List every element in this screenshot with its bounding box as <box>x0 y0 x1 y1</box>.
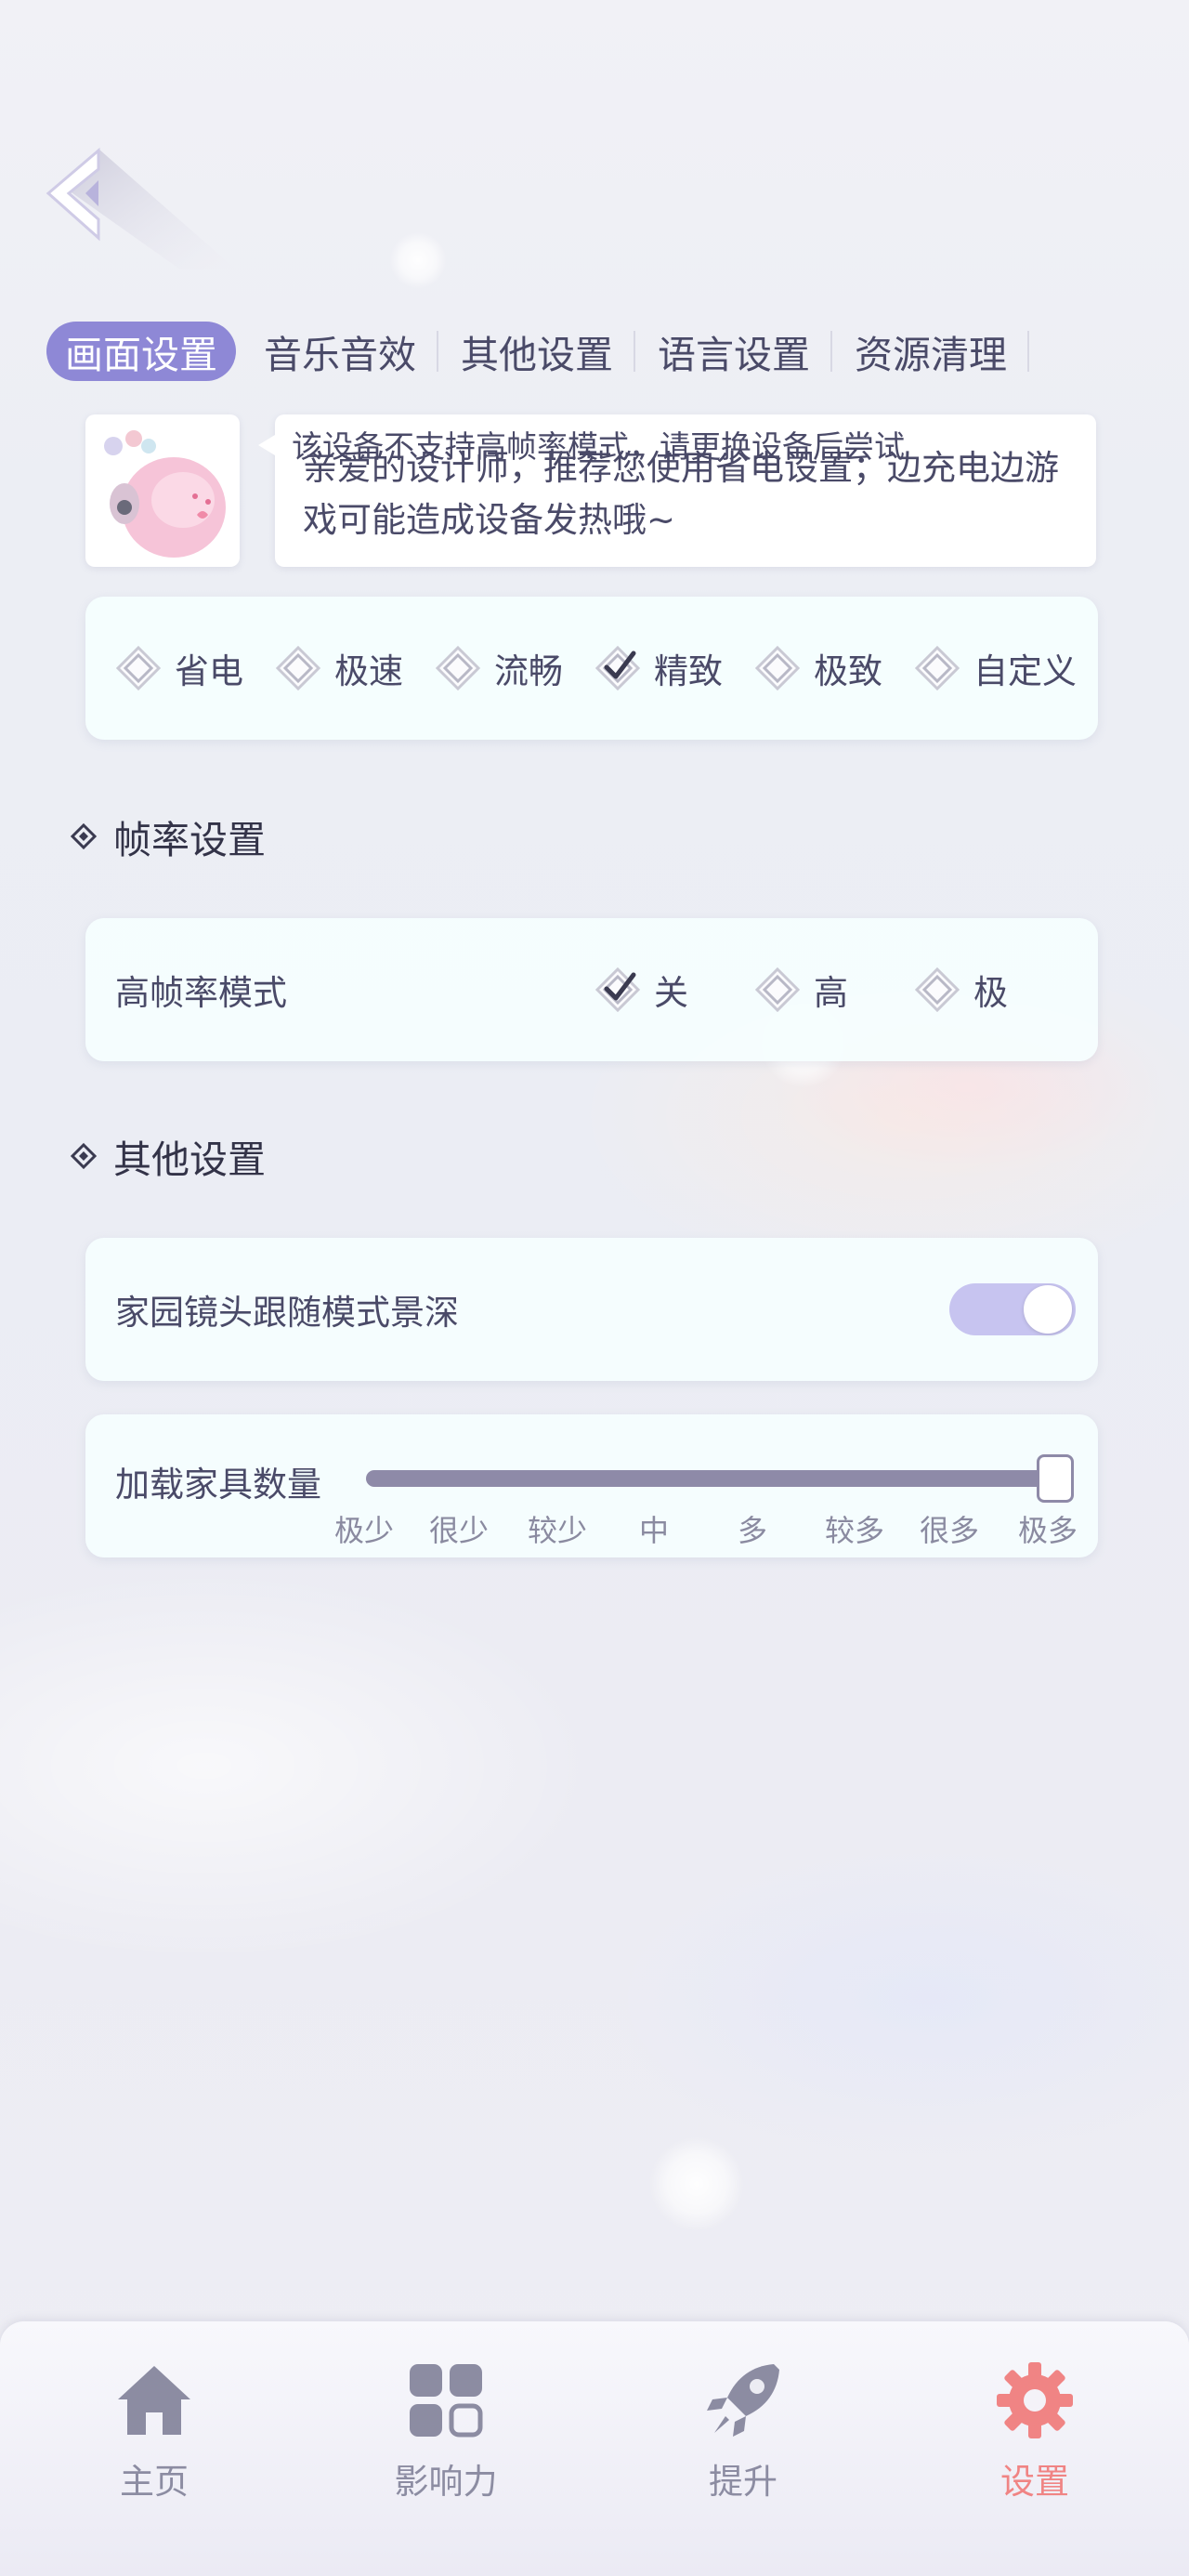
camera-depth-label: 家园镜头跟随模式景深 <box>115 1293 459 1333</box>
radio-diamond-icon <box>754 966 801 1013</box>
bottom-nav: 主页 影响力 提升 设置 <box>0 2321 1189 2576</box>
radio-diamond-icon <box>754 645 801 691</box>
toggle-knob <box>1024 1285 1072 1334</box>
radio-diamond-icon <box>275 645 321 691</box>
quality-option-custom[interactable]: 自定义 <box>914 643 1077 693</box>
section-title: 帧率设置 <box>113 818 266 862</box>
sparkle <box>390 232 446 288</box>
high-fps-card: 高帧率模式 关 高 极 <box>85 918 1098 1061</box>
quality-option-fast[interactable]: 极速 <box>275 643 403 693</box>
power-saving-tip: 亲爱的设计师，推荐您使用省电设置；边充电边游戏可能造成设备发热哦~ <box>303 448 1059 540</box>
settings-tabs: 画面设置 音乐音效 其他设置 语言设置 资源清理 <box>46 322 1029 381</box>
fps-option-off[interactable]: 关 <box>594 965 688 1015</box>
option-label: 极速 <box>334 651 403 691</box>
tip-bubble: 该设备不支持高帧率模式，请更换设备后尝试 亲爱的设计师，推荐您使用省电设置；边充… <box>258 414 1096 567</box>
nav-label: 影响力 <box>394 2462 498 2502</box>
fps-section-header: 帧率设置 <box>71 808 266 864</box>
slider-tick-label: 多 <box>737 1513 768 1548</box>
slider-tick-label: 中 <box>638 1513 670 1548</box>
radio-diamond-icon <box>115 645 162 691</box>
radio-diamond-icon <box>435 645 481 691</box>
tab-label: 语言设置 <box>658 333 810 377</box>
gear-icon <box>997 2362 1073 2438</box>
option-label: 自定义 <box>973 651 1077 691</box>
radio-diamond-icon <box>914 966 960 1013</box>
quality-preset-card: 省电 极速 流畅 精致 极致 自定义 <box>85 597 1098 740</box>
rocket-icon <box>707 2364 779 2437</box>
slider-thumb[interactable] <box>1037 1454 1074 1503</box>
slider-tick-label: 较少 <box>527 1513 588 1548</box>
slider-tick-label: 极少 <box>333 1513 395 1548</box>
slider-tick-label: 极多 <box>1017 1513 1078 1548</box>
quality-option-smooth[interactable]: 流畅 <box>435 643 563 693</box>
home-icon <box>118 2366 190 2435</box>
section-diamond-icon <box>71 823 97 849</box>
furniture-count-label: 加载家具数量 <box>115 1465 321 1505</box>
tab-other[interactable]: 其他设置 <box>438 322 635 381</box>
camera-depth-card: 家园镜头跟随模式景深 <box>85 1238 1098 1381</box>
radio-diamond-checked-icon <box>594 645 641 691</box>
option-label: 极致 <box>814 651 882 691</box>
option-label: 关 <box>654 973 688 1013</box>
nav-label: 提升 <box>709 2462 777 2502</box>
section-diamond-icon <box>71 1143 97 1169</box>
mascot-avatar <box>85 414 240 567</box>
option-label: 高 <box>814 973 848 1013</box>
radio-diamond-icon <box>914 645 960 691</box>
slider-tick-label: 较多 <box>824 1513 885 1548</box>
fps-option-extreme[interactable]: 极 <box>914 965 1008 1015</box>
sparkle <box>650 2137 743 2230</box>
camera-depth-toggle[interactable] <box>949 1283 1076 1335</box>
nav-label: 主页 <box>120 2462 189 2502</box>
quality-option-power-saving[interactable]: 省电 <box>115 643 243 693</box>
nav-influence[interactable]: 影响力 <box>353 2359 539 2504</box>
tab-label: 音乐音效 <box>264 333 416 377</box>
tab-resource-cleanup[interactable]: 资源清理 <box>832 322 1029 381</box>
tab-graphics[interactable]: 画面设置 <box>46 322 236 381</box>
high-fps-label: 高帧率模式 <box>115 973 287 1013</box>
fps-option-high[interactable]: 高 <box>754 965 848 1015</box>
slider-tick-label: 很少 <box>428 1513 490 1548</box>
tab-label: 资源清理 <box>855 333 1007 377</box>
section-title: 其他设置 <box>113 1137 266 1182</box>
furniture-count-card: 加载家具数量 极少 很少 较少 中 多 较多 很多 极多 <box>85 1414 1098 1557</box>
quality-option-fine[interactable]: 精致 <box>594 643 723 693</box>
nav-home[interactable]: 主页 <box>61 2359 247 2504</box>
other-section-header: 其他设置 <box>71 1128 266 1184</box>
nav-label: 设置 <box>1000 2462 1069 2502</box>
back-arrow-icon <box>46 147 236 269</box>
option-label: 精致 <box>654 651 723 691</box>
tab-sound[interactable]: 音乐音效 <box>242 322 438 381</box>
option-label: 极 <box>973 973 1008 1013</box>
nav-improve[interactable]: 提升 <box>650 2359 836 2504</box>
tab-label: 画面设置 <box>65 333 217 377</box>
nav-settings[interactable]: 设置 <box>942 2359 1128 2504</box>
grid-icon <box>410 2364 483 2438</box>
tab-label: 其他设置 <box>461 333 613 377</box>
option-label: 流畅 <box>494 651 563 691</box>
back-button[interactable] <box>41 139 255 279</box>
furniture-count-slider[interactable] <box>366 1470 1053 1487</box>
quality-option-ultimate[interactable]: 极致 <box>754 643 882 693</box>
option-label: 省电 <box>175 651 243 691</box>
tab-language[interactable]: 语言设置 <box>635 322 832 381</box>
slider-tick-label: 很多 <box>919 1513 980 1548</box>
radio-diamond-checked-icon <box>594 966 641 1013</box>
